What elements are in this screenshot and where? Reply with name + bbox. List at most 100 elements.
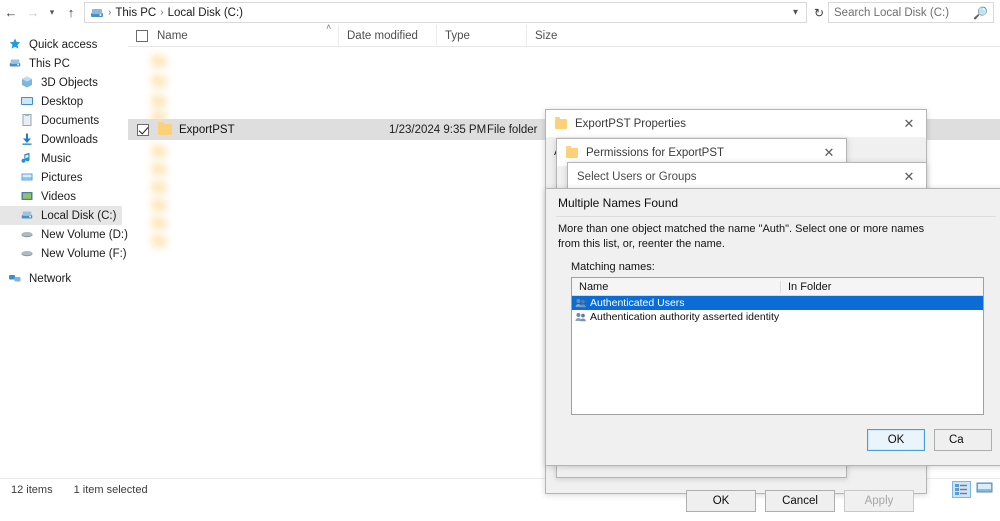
message-line-1: More than one object matched the name "A… [558, 222, 992, 237]
details-view-icon[interactable] [952, 481, 971, 498]
column-header-size[interactable]: Size [526, 25, 588, 47]
sort-ascending-icon: ˄ [326, 22, 331, 32]
forward-icon[interactable]: → [22, 2, 44, 24]
sidebar-item-label: Videos [41, 191, 76, 203]
close-icon[interactable]: ✕ [896, 164, 922, 190]
status-selection: 1 item selected [74, 484, 148, 496]
list-item[interactable]: Authentication authority asserted identi… [572, 310, 983, 324]
sidebar-item-label: This PC [29, 58, 70, 70]
folder-icon [152, 164, 166, 175]
properties-apply-button: Apply [844, 490, 914, 512]
matching-names-label: Matching names: [571, 261, 655, 273]
sidebar-item-label: New Volume (F:) [41, 248, 127, 260]
matching-names-list[interactable]: Name In Folder Authenticated Users [571, 277, 984, 415]
cube-icon [20, 75, 36, 91]
sidebar-item-label: Downloads [41, 134, 98, 146]
sidebar-item-new-volume-f[interactable]: New Volume (F:) [0, 244, 122, 263]
volume-icon [20, 227, 36, 243]
column-header-name[interactable]: Name ˄ [128, 25, 338, 47]
sidebar-item-local-disk-c[interactable]: Local Disk (C:) [0, 206, 122, 225]
refresh-icon[interactable]: ↻ [810, 6, 828, 20]
column-header-type[interactable]: Type [436, 25, 526, 47]
heading-divider [556, 216, 996, 217]
back-icon[interactable]: ← [0, 2, 22, 24]
column-header-type-label: Type [445, 30, 470, 42]
select-users-dialog-title: Select Users or Groups [577, 171, 896, 183]
sidebar-item-label: New Volume (D:) [41, 229, 128, 241]
column-header-date-modified[interactable]: Date modified [338, 25, 436, 47]
multiple-names-cancel-button[interactable]: Ca [934, 429, 992, 451]
recent-locations-icon[interactable]: ▾ [44, 2, 60, 24]
sidebar-item-label: Documents [41, 115, 99, 127]
multiple-names-button-row: OK Ca [867, 429, 992, 451]
select-users-dialog-titlebar[interactable]: Select Users or Groups ✕ [568, 163, 926, 191]
folder-icon [566, 148, 578, 158]
list-item[interactable]: Authenticated Users [572, 296, 983, 310]
documents-icon [20, 113, 36, 129]
sidebar-item-videos[interactable]: Videos [0, 187, 122, 206]
column-header-date-label: Date modified [347, 30, 418, 42]
chevron-down-icon[interactable]: ▾ [789, 7, 802, 18]
videos-icon [20, 189, 36, 205]
sidebar-item-new-volume-d[interactable]: New Volume (D:) [0, 225, 122, 244]
folder-icon [152, 236, 166, 247]
sidebar-item-label: Desktop [41, 96, 83, 108]
multiple-names-heading: Multiple Names Found [558, 196, 678, 210]
table-row[interactable] [128, 71, 1000, 92]
folder-icon [152, 76, 166, 87]
permissions-dialog-title: Permissions for ExportPST [586, 147, 816, 159]
folder-icon [152, 56, 166, 67]
matching-names-list-header: Name In Folder [572, 278, 983, 296]
list-column-in-folder[interactable]: In Folder [780, 281, 983, 293]
sidebar-item-label: Pictures [41, 172, 83, 184]
sidebar-item-desktop[interactable]: Desktop [0, 92, 122, 111]
large-icons-view-icon[interactable] [976, 481, 995, 498]
list-column-name[interactable]: Name [572, 281, 780, 293]
table-row[interactable] [128, 51, 1000, 72]
drive-icon [20, 208, 36, 224]
message-line-2: from this list, or, reenter the name. [558, 237, 992, 252]
sidebar-item-3d-objects[interactable]: 3D Objects [0, 73, 122, 92]
users-group-icon [575, 298, 587, 309]
local-disk-icon [89, 5, 105, 21]
sidebar-item-downloads[interactable]: Downloads [0, 130, 122, 149]
folder-icon [152, 218, 166, 229]
multiple-names-message: More than one object matched the name "A… [558, 222, 992, 252]
download-icon [20, 132, 36, 148]
folder-icon [152, 96, 166, 107]
sidebar-item-label: 3D Objects [41, 77, 98, 89]
row-checkbox[interactable] [137, 124, 149, 136]
multiple-names-found-dialog[interactable]: Multiple Names Found More than one objec… [545, 188, 1000, 466]
sidebar-item-this-pc[interactable]: This PC [0, 54, 122, 73]
search-input[interactable]: Search Local Disk (C:) 🔍 [828, 2, 994, 23]
sidebar-item-quick-access[interactable]: Quick access [0, 35, 122, 54]
sidebar-item-pictures[interactable]: Pictures [0, 168, 122, 187]
volume-icon [20, 246, 36, 262]
multiple-names-body: Multiple Names Found More than one objec… [546, 189, 1000, 465]
folder-icon [152, 182, 166, 193]
up-icon[interactable]: ↑ [60, 2, 82, 24]
breadcrumb-this-pc[interactable]: This PC [112, 7, 159, 19]
select-all-checkbox[interactable] [136, 30, 148, 42]
address-bar[interactable]: › This PC › Local Disk (C:) ▾ [84, 2, 807, 23]
music-note-icon [20, 151, 36, 167]
sidebar-item-label: Local Disk (C:) [41, 210, 116, 222]
column-header-name-label: Name [157, 30, 188, 42]
breadcrumb-local-disk[interactable]: Local Disk (C:) [165, 7, 246, 19]
list-item-name: Authentication authority asserted identi… [590, 311, 779, 323]
sidebar-item-music[interactable]: Music [0, 149, 122, 168]
sidebar-item-label: Network [29, 273, 71, 285]
sidebar-item-documents[interactable]: Documents [0, 111, 122, 130]
star-icon [8, 37, 24, 53]
close-icon[interactable]: ✕ [896, 111, 922, 137]
sidebar-item-label: Quick access [29, 39, 97, 51]
navigation-pane: Quick access This PC 3D Objects Desktop … [0, 25, 122, 478]
sidebar-item-network[interactable]: Network [0, 269, 122, 288]
network-icon [8, 271, 24, 287]
properties-dialog-titlebar[interactable]: ExportPST Properties ✕ [546, 110, 926, 138]
properties-dialog-title: ExportPST Properties [575, 118, 896, 130]
multiple-names-ok-button[interactable]: OK [867, 429, 925, 451]
pictures-icon [20, 170, 36, 186]
file-name: ExportPST [179, 124, 389, 136]
search-placeholder: Search Local Disk (C:) [834, 7, 973, 19]
